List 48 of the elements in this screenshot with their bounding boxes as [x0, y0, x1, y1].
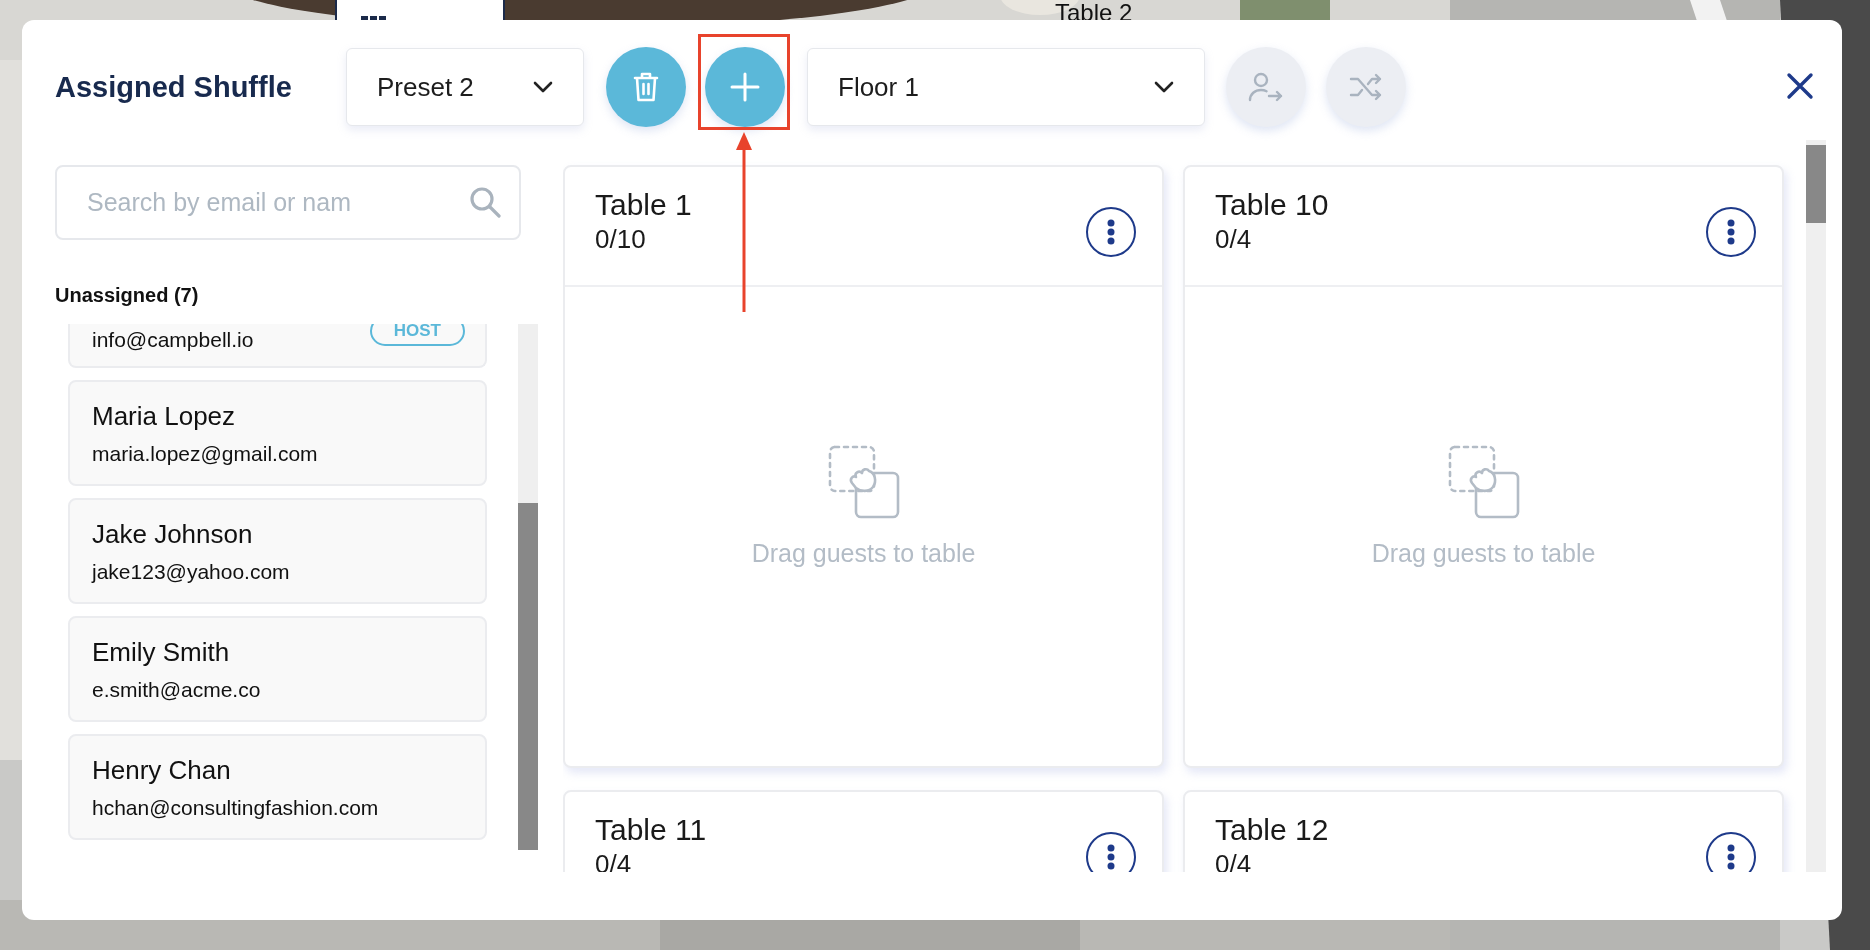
guest-card[interactable]: info@campbell.io HOST — [68, 324, 487, 368]
more-icon — [1727, 844, 1735, 870]
select-dropdown[interactable]: Preset 2 — [346, 48, 584, 126]
plus-icon — [730, 72, 760, 102]
guest-card[interactable]: Jake Johnson jake123@yahoo.com — [68, 498, 487, 604]
guest-email: hchan@consultingfashion.com — [92, 795, 379, 821]
search-icon — [469, 186, 501, 218]
guest-card[interactable]: Henry Chan hchan@consultingfashion.com — [68, 734, 487, 840]
guest-card[interactable]: Emily Smith e.smith@acme.co — [68, 616, 487, 722]
chevron-down-icon — [533, 81, 553, 93]
guest-card[interactable]: Maria Lopez maria.lopez@gmail.com — [68, 380, 487, 486]
more-button[interactable] — [1086, 832, 1136, 872]
guest-name: Maria Lopez — [92, 400, 237, 432]
host-badge: HOST — [369, 324, 465, 346]
guest-name: Emily Smith — [92, 636, 231, 668]
user-arrow-icon — [1248, 71, 1284, 103]
guest-email: info@campbell.io — [92, 327, 254, 353]
guest-email: maria.lopez@gmail.com — [92, 441, 318, 467]
more-icon — [1107, 219, 1115, 245]
trash-icon — [632, 71, 660, 103]
more-button[interactable] — [1706, 832, 1756, 872]
seat-count: 0/10 — [595, 223, 647, 255]
scrollbar[interactable] — [1806, 140, 1826, 872]
more-button[interactable] — [1086, 207, 1136, 257]
guest-email: e.smith@acme.co — [92, 677, 261, 703]
table-name: Table 11 — [595, 812, 707, 848]
more-icon — [1107, 844, 1115, 870]
more-button[interactable] — [1706, 207, 1756, 257]
table-name: Table 10 — [1215, 187, 1329, 223]
drag-drop-icon — [827, 445, 900, 519]
chevron-down-icon — [1154, 81, 1174, 93]
empty-hint: Drag guests to table — [1371, 539, 1596, 568]
drag-drop-icon — [1447, 445, 1520, 519]
guest-name: Jake Johnson — [92, 518, 254, 550]
guest-name: Henry Chan — [92, 754, 232, 786]
select-dropdown[interactable]: Floor 1 — [807, 48, 1205, 126]
more-icon — [1727, 219, 1735, 245]
guest-email: jake123@yahoo.com — [92, 559, 290, 585]
shuffle-icon — [1349, 72, 1383, 102]
table-name: Table 12 — [1215, 812, 1329, 848]
seat-count: 0/4 — [1215, 223, 1253, 255]
table-name: Table 1 — [595, 187, 692, 223]
search-field[interactable]: Search by email or nam — [55, 165, 521, 240]
close-icon — [1786, 71, 1814, 100]
section-heading: Unassigned (7) — [55, 284, 200, 308]
empty-hint: Drag guests to table — [751, 539, 976, 568]
scrollbar[interactable] — [518, 324, 538, 850]
dialog-title: Assigned Shuffle — [55, 70, 293, 104]
